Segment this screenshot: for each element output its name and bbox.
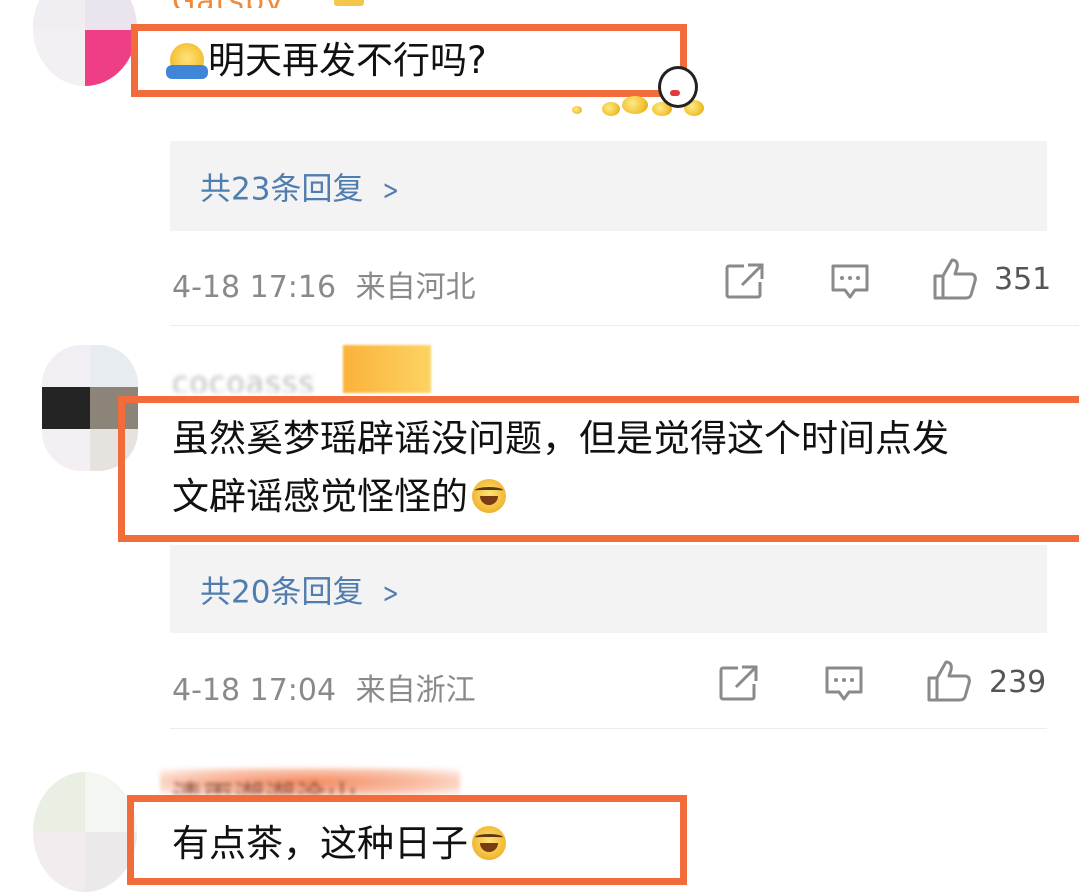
- comment-icon[interactable]: [823, 664, 865, 704]
- replies-link[interactable]: 共23条回复 >: [170, 141, 1047, 231]
- avatar[interactable]: [33, 772, 137, 892]
- username[interactable]: Gatsby: [172, 0, 284, 8]
- replies-count-label: 共23条回复: [200, 171, 364, 208]
- comment-meta: 4-18 17:04 来自浙江: [172, 665, 476, 709]
- comment-icon[interactable]: [829, 262, 871, 302]
- username[interactable]: cocoasss: [172, 366, 315, 392]
- location: 来自河北: [355, 270, 476, 305]
- laughing-tears-emoji-icon: [472, 479, 506, 513]
- chevron-right-icon: >: [382, 173, 400, 207]
- comment-text-line: 文辟谣感觉怪怪的: [172, 475, 468, 518]
- laughing-tears-emoji-icon: [472, 826, 506, 860]
- comment-text: 明天再发不行吗?: [166, 32, 487, 90]
- replies-link[interactable]: 共20条回复 >: [170, 545, 1047, 633]
- comment-text-line: 明天再发不行吗?: [208, 39, 487, 82]
- comment-text-line: 虽然奚梦瑶辟谣没问题，但是觉得这个时间点发: [172, 417, 949, 460]
- divider: [170, 728, 1047, 729]
- divider: [170, 325, 1079, 326]
- vip-badge-icon: [343, 345, 431, 393]
- share-icon[interactable]: [718, 664, 760, 702]
- avatar[interactable]: [33, 0, 137, 86]
- vip-badge-icon: [334, 0, 364, 6]
- replies-count-label: 共20条回复: [200, 574, 364, 611]
- chevron-right-icon: >: [382, 576, 400, 610]
- thumbs-up-icon[interactable]: [925, 658, 973, 704]
- location: 来自浙江: [355, 673, 476, 708]
- comment-text: 虽然奚梦瑶辟谣没问题，但是觉得这个时间点发 文辟谣感觉怪怪的: [172, 410, 949, 526]
- shrug-emoji-icon: [166, 43, 208, 79]
- comment-text: 有点茶，这种日子: [172, 815, 510, 873]
- thumbs-up-icon[interactable]: [931, 256, 979, 302]
- comment-meta: 4-18 17:16 来自河北: [172, 262, 476, 306]
- username[interactable]: 清雨潮潮涂山: [172, 772, 358, 794]
- timestamp: 4-18 17:04: [172, 673, 337, 708]
- timestamp: 4-18 17:16: [172, 270, 337, 305]
- like-count: 239: [989, 665, 1047, 700]
- comment-text-line: 有点茶，这种日子: [172, 822, 468, 865]
- share-icon[interactable]: [724, 262, 766, 300]
- sticker-decoration: [566, 60, 706, 120]
- like-count: 351: [994, 262, 1052, 297]
